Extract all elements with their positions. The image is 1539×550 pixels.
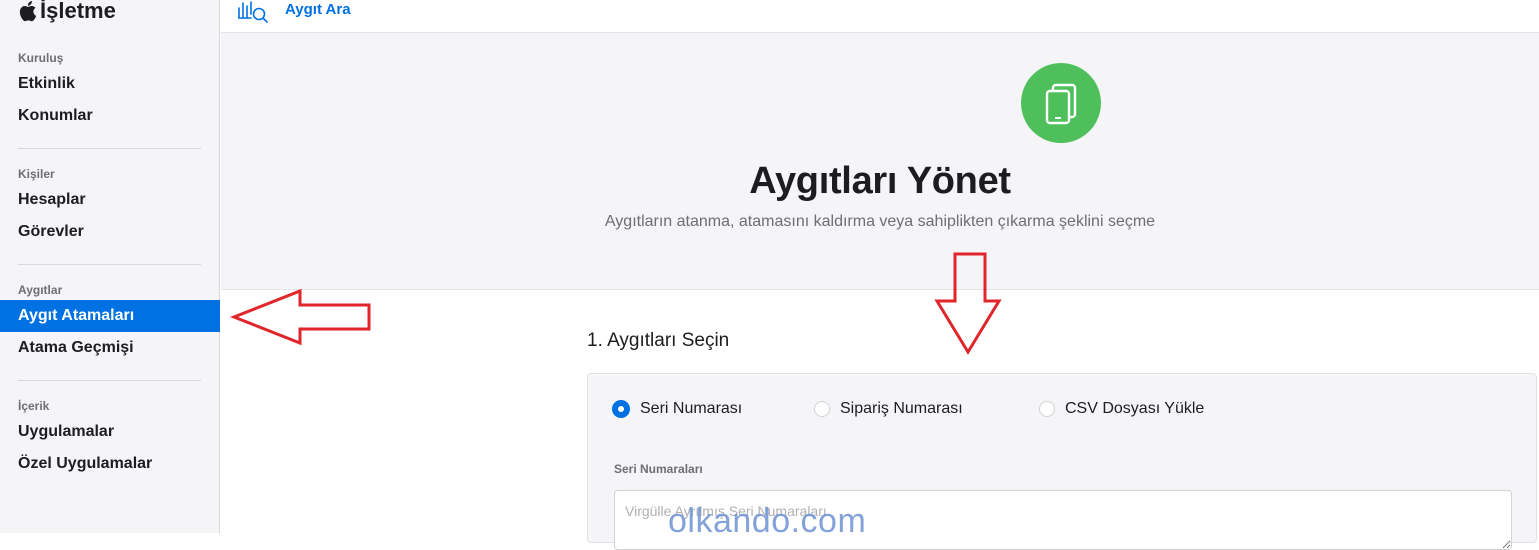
apple-logo-icon xyxy=(19,1,37,22)
serial-numbers-label: Seri Numaraları xyxy=(614,462,703,476)
sidebar-divider xyxy=(18,148,201,149)
sidebar-item-uygulamalar[interactable]: Uygulamalar xyxy=(0,416,220,448)
sidebar-item-atama-gecmisi[interactable]: Atama Geçmişi xyxy=(0,332,220,364)
group-title-icerik: İçerik xyxy=(18,399,50,413)
sidebar-divider xyxy=(18,380,201,381)
radio-serial-number[interactable]: Seri Numarası xyxy=(612,400,742,418)
group-title-aygitlar: Aygıtlar xyxy=(18,283,63,297)
sidebar-item-gorevler[interactable]: Görevler xyxy=(0,216,220,248)
sidebar: İşletme Kuruluş Etkinlik Konumlar Kişile… xyxy=(0,0,220,533)
brand-name: İşletme xyxy=(40,0,116,23)
radio-label: Seri Numarası xyxy=(640,400,743,417)
radio-csv-upload[interactable]: CSV Dosyası Yükle xyxy=(1039,400,1204,418)
annotation-arrow-left-icon xyxy=(229,288,371,346)
devices-glyph xyxy=(1045,83,1077,125)
radio-label: CSV Dosyası Yükle xyxy=(1065,400,1205,417)
sidebar-item-ozel-uygulamalar[interactable]: Özel Uygulamalar xyxy=(0,448,220,480)
sidebar-item-aygit-atamalari[interactable]: Aygıt Atamaları xyxy=(0,300,220,332)
brand[interactable]: İşletme xyxy=(18,0,116,26)
radio-label: Sipariş Numarası xyxy=(840,400,963,417)
group-title-kisiler: Kişiler xyxy=(18,167,55,181)
hero-section: Aygıtları Yönet Aygıtların atanma, atama… xyxy=(221,33,1539,290)
devices-icon xyxy=(1021,63,1101,143)
page-title: Aygıtları Yönet xyxy=(749,160,1011,202)
annotation-arrow-down-icon xyxy=(934,252,1002,355)
device-search-label: Aygıt Ara xyxy=(285,0,351,18)
group-title-kurulus: Kuruluş xyxy=(18,51,64,65)
top-bar: Aygıt Ara xyxy=(221,0,1539,33)
device-search-link[interactable]: Aygıt Ara xyxy=(237,0,351,24)
sidebar-divider xyxy=(18,264,201,265)
page-subtitle: Aygıtların atanma, atamasını kaldırma ve… xyxy=(604,213,1156,230)
sidebar-item-konumlar[interactable]: Konumlar xyxy=(0,100,220,132)
radio-order-number[interactable]: Sipariş Numarası xyxy=(814,400,963,418)
radio-button[interactable] xyxy=(814,401,830,417)
radio-button-checked[interactable] xyxy=(612,400,630,418)
step-title: 1. Aygıtları Seçin xyxy=(587,330,730,351)
radio-button[interactable] xyxy=(1039,401,1055,417)
sidebar-item-etkinlik[interactable]: Etkinlik xyxy=(0,68,220,100)
device-search-icon xyxy=(238,1,268,23)
watermark: olkando.com xyxy=(668,502,867,540)
sidebar-item-hesaplar[interactable]: Hesaplar xyxy=(0,184,220,216)
